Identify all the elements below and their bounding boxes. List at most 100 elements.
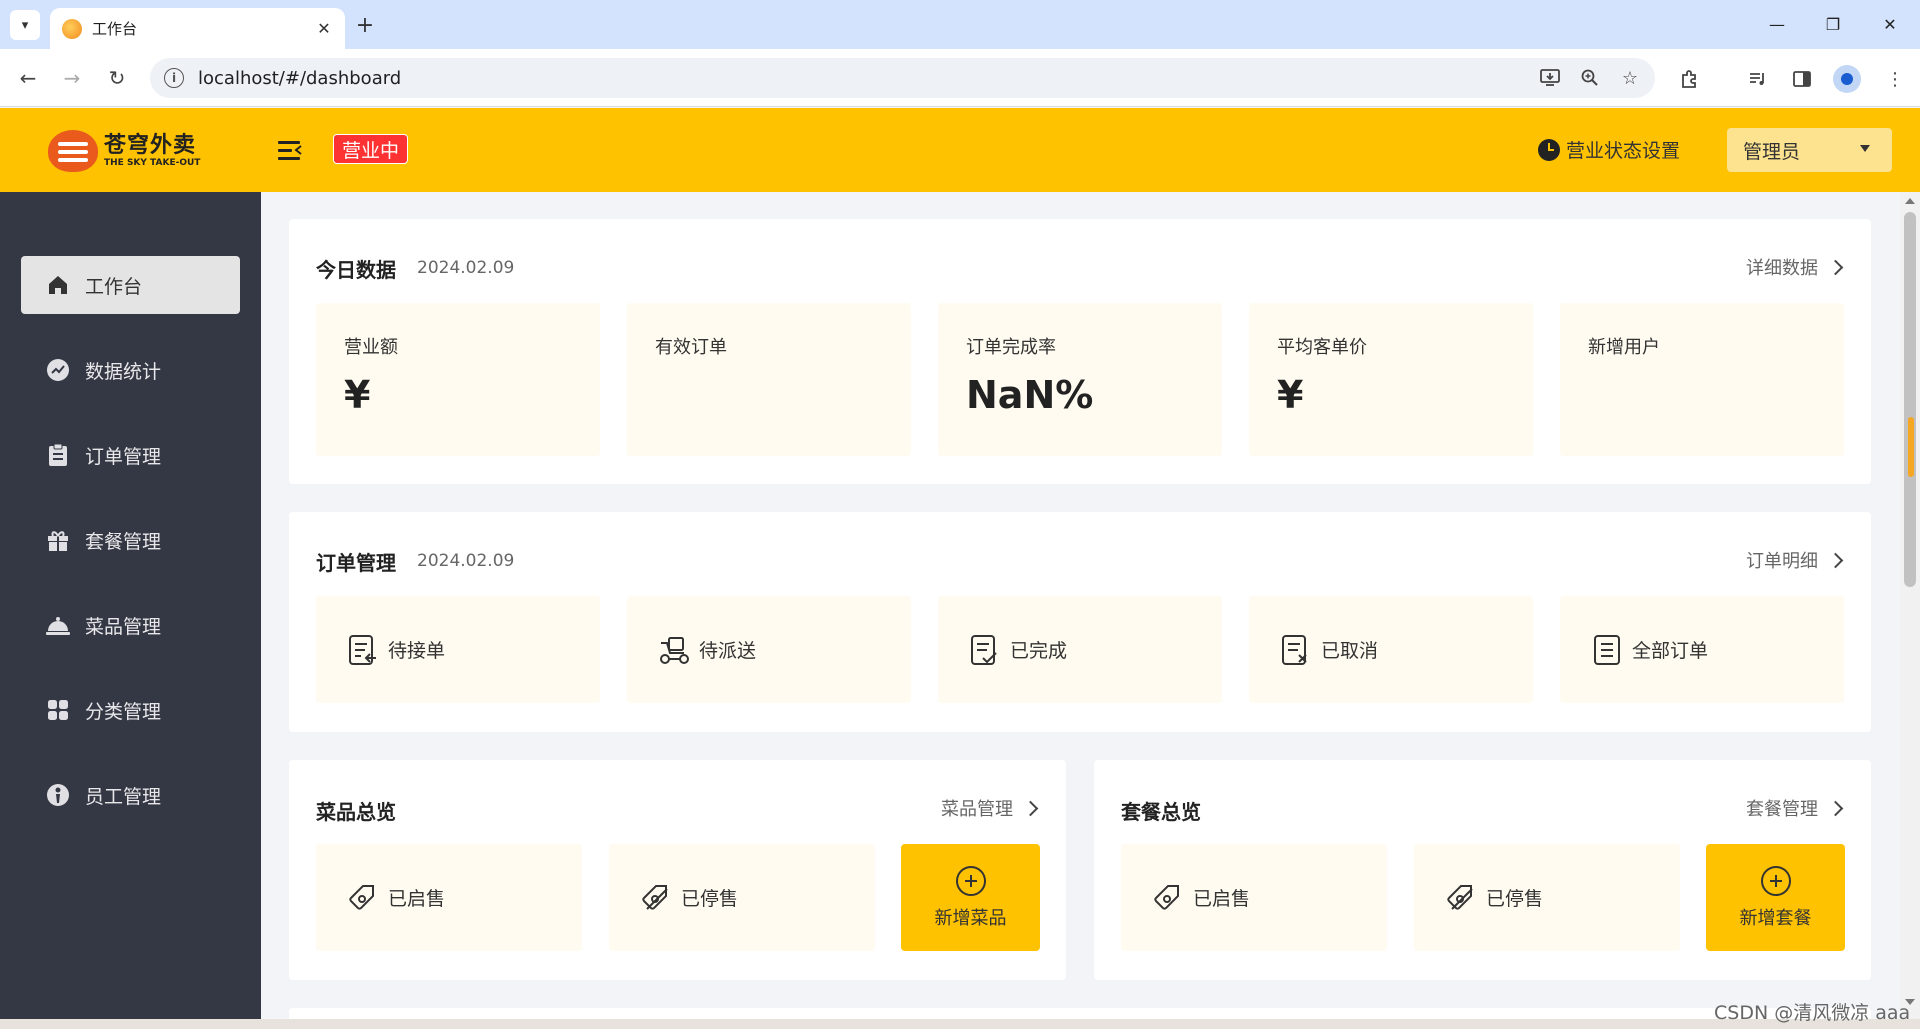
stat-label: 平均客单价 <box>1277 337 1367 358</box>
dish-management-link[interactable]: 菜品管理 <box>941 795 1039 821</box>
minimize-icon[interactable]: — <box>1757 8 1797 40</box>
employee-icon <box>45 782 71 808</box>
side-panel-icon[interactable] <box>1787 64 1817 94</box>
logo-name: 苍穹外卖 <box>104 132 197 158</box>
gift-icon <box>45 527 71 553</box>
setmeal-off-sale-label: 已停售 <box>1486 888 1544 910</box>
site-info-icon[interactable]: i <box>164 68 184 88</box>
app-header: 苍穹外卖 THE SKY TAKE-OUT 营业中 营业状态设置 管理员 <box>0 108 1920 192</box>
dish-on-sale-tile[interactable]: 已启售 <box>316 844 582 951</box>
admin-name: 管理员 <box>1743 140 1801 163</box>
setmeal-off-sale-tile[interactable]: 已停售 <box>1414 844 1680 951</box>
tab-list-chevron-icon[interactable]: ▾ <box>10 10 40 40</box>
window-close-icon[interactable]: ✕ <box>1870 8 1910 40</box>
order-tile-cancelled[interactable]: 已取消 <box>1249 596 1533 703</box>
order-tile-label: 待接单 <box>388 640 446 662</box>
menu-collapse-icon[interactable] <box>278 138 304 162</box>
chart-icon <box>45 357 71 383</box>
chevron-right-icon <box>1827 259 1844 275</box>
sidebar-item-workbench[interactable]: 工作台 <box>21 256 240 314</box>
detail-data-link[interactable]: 详细数据 <box>1746 254 1844 280</box>
scroll-position-marker <box>1908 417 1914 477</box>
admin-dropdown[interactable]: 管理员 <box>1727 128 1892 172</box>
forward-icon[interactable]: → <box>58 64 86 92</box>
scrollbar-thumb[interactable] <box>1904 212 1916 587</box>
stat-tile-valid-orders: 有效订单 <box>627 303 911 456</box>
add-circle-icon <box>955 865 986 896</box>
order-detail-link[interactable]: 订单明细 <box>1746 547 1844 573</box>
stat-tile-revenue: 营业额 ¥ <box>316 303 600 456</box>
sidebar: 工作台 数据统计 订单管理 套餐管理 菜品管理 分类管理 员工管理 <box>0 192 261 1019</box>
stat-tile-avg-price: 平均客单价 ¥ <box>1249 303 1533 456</box>
order-tile-to-deliver[interactable]: 待派送 <box>627 596 911 703</box>
cancelled-order-icon <box>1279 633 1313 667</box>
completed-order-icon <box>968 633 1002 667</box>
dish-off-sale-label: 已停售 <box>681 888 739 910</box>
today-data-date: 2024.02.09 <box>417 258 515 278</box>
restore-icon[interactable]: ❐ <box>1813 8 1853 40</box>
pending-order-icon <box>346 633 380 667</box>
watermark: CSDN @清风微凉 aaa <box>1714 1002 1911 1024</box>
sidebar-item-categories[interactable]: 分类管理 <box>21 681 240 739</box>
setmeal-management-link[interactable]: 套餐管理 <box>1746 795 1844 821</box>
profile-avatar-icon[interactable] <box>1833 65 1861 93</box>
business-status-settings[interactable]: 营业状态设置 <box>1538 136 1680 163</box>
dish-on-sale-label: 已启售 <box>388 888 446 910</box>
dish-off-sale-tile[interactable]: 已停售 <box>609 844 875 951</box>
sidebar-item-orders[interactable]: 订单管理 <box>21 426 240 484</box>
price-tag-icon <box>1151 881 1185 915</box>
sidebar-item-label: 数据统计 <box>85 360 162 383</box>
add-circle-icon <box>1760 865 1791 896</box>
sidebar-item-label: 工作台 <box>85 275 143 298</box>
browser-tab[interactable]: 工作台 ✕ <box>50 8 345 49</box>
bookmark-star-icon[interactable]: ☆ <box>1615 63 1645 93</box>
favicon-icon <box>62 18 82 39</box>
order-tile-label: 已取消 <box>1321 640 1379 662</box>
stat-label: 新增用户 <box>1588 337 1660 358</box>
new-tab-icon[interactable]: + <box>352 12 378 38</box>
zoom-icon[interactable] <box>1575 63 1605 93</box>
more-menu-icon[interactable]: ⋮ <box>1880 64 1910 94</box>
close-tab-icon[interactable]: ✕ <box>311 16 337 42</box>
omnibox[interactable]: i localhost/#/dashboard ☆ <box>150 58 1655 98</box>
media-controls-icon[interactable] <box>1743 64 1773 94</box>
grid-icon <box>45 697 71 723</box>
sidebar-item-employees[interactable]: 员工管理 <box>21 766 240 824</box>
extensions-icon[interactable] <box>1675 64 1705 94</box>
sidebar-item-dishes[interactable]: 菜品管理 <box>21 596 240 654</box>
add-dish-button[interactable]: 新增菜品 <box>901 844 1040 951</box>
install-app-icon[interactable] <box>1535 63 1565 93</box>
setmeal-overview-card: 套餐总览 套餐管理 已启售 已停售 新增套餐 <box>1094 760 1871 980</box>
tab-title: 工作台 <box>92 20 138 38</box>
order-tile-all[interactable]: 全部订单 <box>1560 596 1844 703</box>
setmeal-on-sale-tile[interactable]: 已启售 <box>1121 844 1387 951</box>
all-orders-icon <box>1590 633 1624 667</box>
logo-subtitle: THE SKY TAKE-OUT <box>104 157 201 168</box>
add-dish-label: 新增菜品 <box>934 907 1007 929</box>
caret-down-icon <box>1860 145 1870 152</box>
sidebar-item-setmeals[interactable]: 套餐管理 <box>21 511 240 569</box>
logo-mark-icon <box>48 130 98 172</box>
add-setmeal-button[interactable]: 新增套餐 <box>1706 844 1845 951</box>
order-tile-pending[interactable]: 待接单 <box>316 596 600 703</box>
cloche-icon <box>45 612 71 638</box>
stat-tile-new-users: 新增用户 <box>1560 303 1844 456</box>
order-tile-label: 待派送 <box>699 640 757 662</box>
stat-label: 营业额 <box>344 337 398 358</box>
stat-value: ¥ <box>344 373 371 417</box>
order-tile-completed[interactable]: 已完成 <box>938 596 1222 703</box>
chevron-right-icon <box>1827 552 1844 568</box>
sidebar-item-label: 订单管理 <box>85 445 162 468</box>
main-content: 今日数据 2024.02.09 详细数据 营业额 ¥ 有效订单 订单完成率 Na… <box>261 192 1901 1019</box>
today-data-card: 今日数据 2024.02.09 详细数据 营业额 ¥ 有效订单 订单完成率 Na… <box>289 219 1871 484</box>
reload-icon[interactable]: ↻ <box>103 64 131 92</box>
page-scrollbar[interactable] <box>1900 192 1920 1019</box>
sidebar-item-label: 分类管理 <box>85 700 162 723</box>
next-card-partial <box>289 1008 1871 1019</box>
delivery-icon <box>657 633 691 667</box>
scroll-up-icon[interactable] <box>1905 198 1915 204</box>
clock-icon <box>1538 138 1560 161</box>
sidebar-item-statistics[interactable]: 数据统计 <box>21 341 240 399</box>
url-text[interactable]: localhost/#/dashboard <box>198 68 1535 89</box>
back-icon[interactable]: ← <box>14 64 42 92</box>
